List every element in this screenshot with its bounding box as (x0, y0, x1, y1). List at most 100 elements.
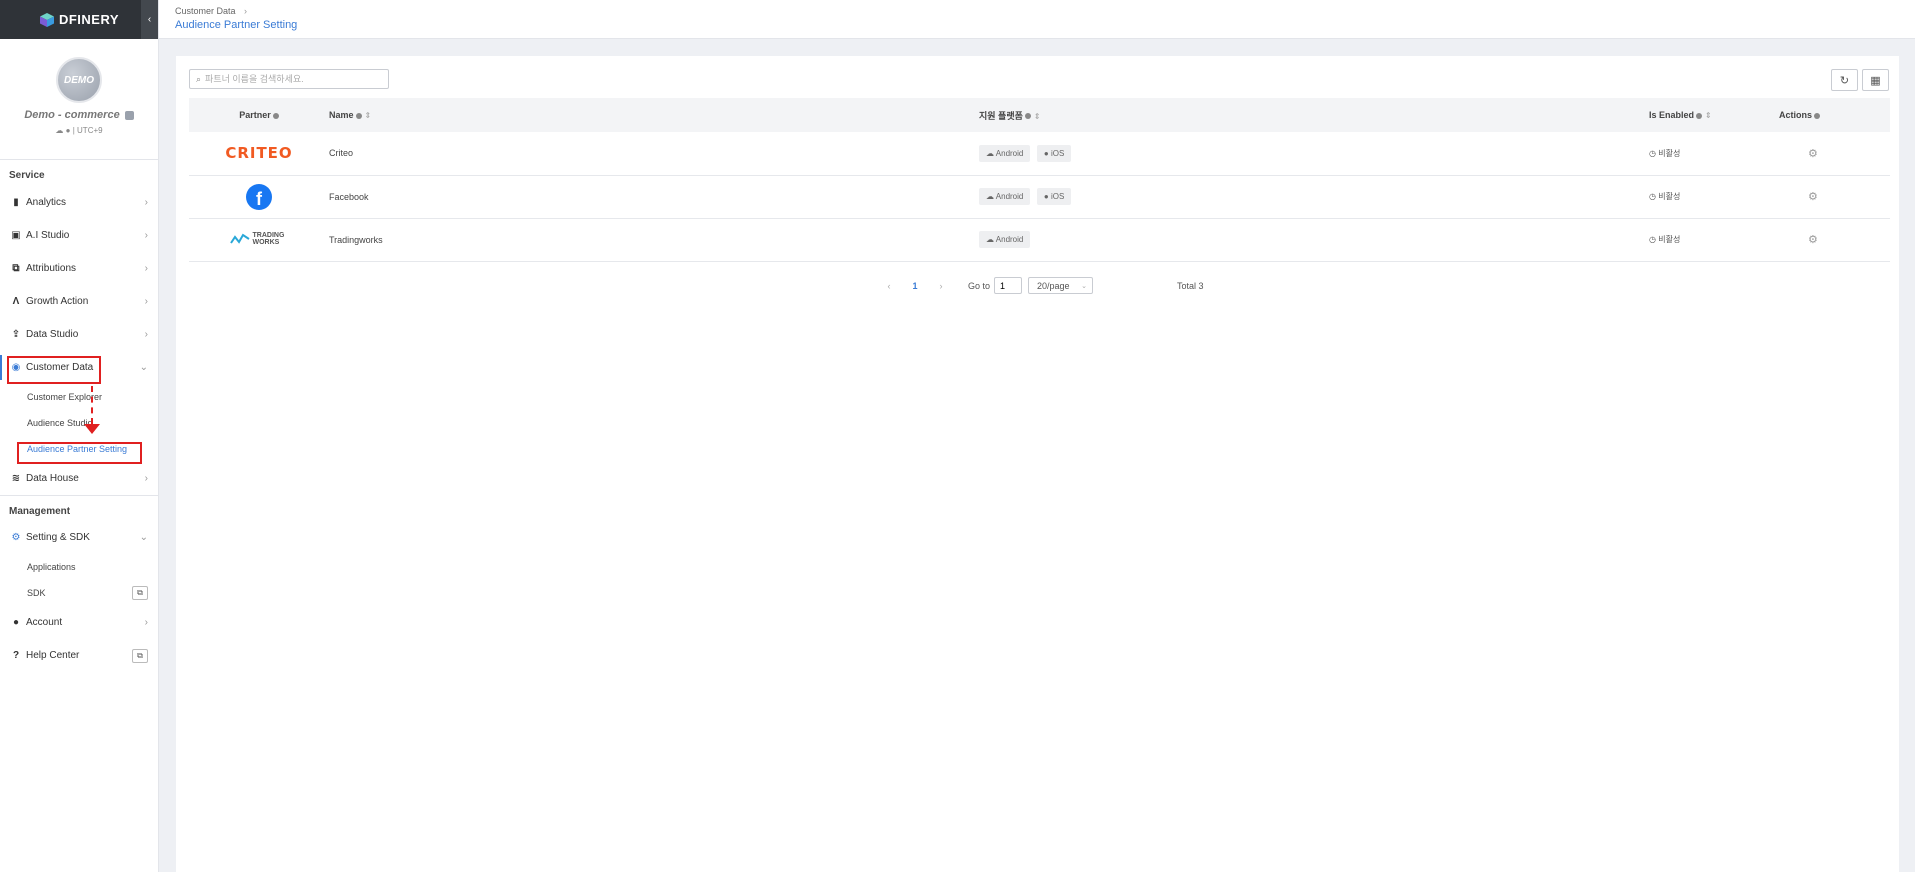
refresh-button[interactable]: ↻ (1831, 69, 1858, 91)
timezone: UTC+9 (77, 126, 103, 135)
chevron-right-icon: › (144, 329, 148, 340)
breadcrumb[interactable]: Customer Data › (175, 6, 1915, 16)
external-link-icon[interactable]: ⧉ (132, 648, 148, 663)
table-icon: ▦ (1870, 74, 1881, 87)
table-row[interactable]: TRADING WORKS Tradingworks ☁ Android ◷ 비… (189, 218, 1890, 261)
info-icon[interactable] (1814, 112, 1821, 119)
account-icon: ● (12, 617, 20, 628)
avatar[interactable]: DEMO (56, 57, 102, 103)
platform-tag-android: ☁ Android (979, 188, 1031, 205)
table-row[interactable]: CRITEO Criteo ☁ Android ● iOS ◷ 비활성 ⚙ (189, 132, 1890, 175)
partner-logo-cell: CRITEO (189, 132, 329, 175)
sidebar-sub-audience-studio[interactable]: Audience Studio (0, 410, 158, 436)
chevron-right-icon: › (144, 296, 148, 307)
dfinery-logo[interactable]: DFINERY (39, 12, 119, 28)
sidebar-item-analytics[interactable]: ▮ Analytics › (0, 186, 158, 219)
chevron-right-icon: › (144, 473, 148, 484)
column-header-name[interactable]: Name ⇕ (329, 98, 979, 132)
tradingworks-logo: TRADING WORKS (229, 232, 289, 246)
sidebar-sub-sdk[interactable]: SDK ⧉ (0, 580, 158, 606)
android-icon: ☁ (55, 126, 64, 135)
info-icon[interactable] (1024, 113, 1031, 120)
status-badge: ◷ 비활성 (1649, 235, 1681, 244)
sidebar-item-attributions[interactable]: ⧉ Attributions › (0, 252, 158, 285)
sort-icon[interactable]: ⇕ (365, 111, 372, 120)
status-badge: ◷ 비활성 (1649, 192, 1681, 201)
partner-logo-cell: TRADING WORKS (189, 218, 329, 261)
chevron-right-icon: › (144, 197, 148, 208)
sidebar-item-data-house[interactable]: ≋ Data House › (0, 462, 158, 495)
app-name[interactable]: Demo - commerce (0, 109, 158, 121)
apple-icon: ● (1043, 148, 1049, 158)
sidebar-item-customer-data[interactable]: ◉ Customer Data ⌄ (0, 351, 158, 384)
page-title: Audience Partner Setting (175, 19, 298, 31)
column-header-platform[interactable]: 지원 플랫폼 ⇕ (979, 98, 1649, 132)
chevron-down-icon: ⌄ (139, 362, 148, 373)
platform-cell: ☁ Android (979, 218, 1649, 261)
sidebar-item-account[interactable]: ● Account › (0, 606, 158, 639)
page-size-select[interactable]: 20/page ⌄ (1028, 277, 1094, 294)
tradingworks-wave-icon (229, 233, 250, 244)
sidebar-sub-customer-explorer[interactable]: Customer Explorer (0, 384, 158, 410)
partner-search-input[interactable] (205, 74, 376, 84)
external-link-icon[interactable]: ⧉ (132, 586, 148, 600)
sidebar-item-data-studio[interactable]: ⇪ Data Studio › (0, 318, 158, 351)
cube-logo-icon (39, 12, 54, 27)
platform-tag-android: ☁ Android (979, 144, 1031, 162)
sort-icon[interactable]: ⇕ (1705, 111, 1712, 120)
app-name-label: Demo - commerce (24, 109, 120, 121)
app-meta: ☁ ● | UTC+9 (55, 126, 103, 135)
settings-gear-icon[interactable]: ⚙ (1808, 148, 1818, 160)
sort-icon[interactable]: ⇕ (1034, 112, 1041, 121)
settings-gear-icon[interactable]: ⚙ (1808, 234, 1818, 246)
column-header-partner: Partner (189, 98, 329, 132)
pagination: ‹ 1 › Go to 20/page ⌄ Total 3 (876, 277, 1204, 294)
sidebar-sub-applications[interactable]: Applications (0, 554, 158, 580)
logo-bar: DFINERY ‹ (0, 0, 158, 39)
partner-name: Criteo (329, 148, 354, 159)
growth-icon: Λ (12, 296, 20, 307)
clock-icon: ◷ (1649, 192, 1656, 201)
info-icon[interactable] (272, 112, 279, 119)
actions-cell: ⚙ (1779, 218, 1890, 261)
next-page-button[interactable]: › (928, 281, 954, 291)
target-icon: ◉ (11, 362, 21, 373)
app-switch-icon[interactable] (124, 110, 134, 120)
table-row[interactable]: f Facebook ☁ Android ● iOS ◷ 비활성 ⚙ (189, 175, 1890, 218)
actions-cell: ⚙ (1779, 175, 1890, 218)
sidebar-item-help-center[interactable]: ? Help Center ⧉ (0, 639, 158, 672)
goto-label: Go to (968, 280, 991, 291)
sidebar: DFINERY ‹ DEMO Demo - commerce ☁ ● | UTC… (0, 0, 159, 872)
sidebar-item-ai-studio[interactable]: ▣ A.I Studio › (0, 219, 158, 252)
sidebar-item-growth-action[interactable]: Λ Growth Action › (0, 285, 158, 318)
total-count: Total 3 (1177, 280, 1204, 291)
sidebar-collapse-button[interactable]: ‹ (141, 0, 158, 39)
service-section-title: Service (9, 170, 45, 181)
attribution-icon: ⧉ (12, 263, 20, 274)
sidebar-sub-audience-partner-setting[interactable]: Audience Partner Setting (0, 436, 158, 462)
ai-icon: ▣ (11, 230, 21, 241)
annotation-arrow-head (84, 424, 100, 434)
chevron-right-icon: › (144, 230, 148, 241)
bar-chart-icon: ▮ (13, 197, 19, 208)
info-icon[interactable] (1696, 112, 1703, 119)
settings-gear-icon[interactable]: ⚙ (1808, 191, 1818, 203)
sidebar-item-setting-sdk[interactable]: ⚙ Setting & SDK ⌄ (0, 521, 158, 554)
main-panel: ⌕ ↻ ▦ Partner Name⇕ 지원 플랫폼⇕ Is Enabled⇕ (176, 56, 1899, 872)
partner-name: Tradingworks (329, 234, 383, 245)
criteo-logo: CRITEO (225, 144, 293, 163)
goto-page-input[interactable] (994, 277, 1023, 294)
chevron-right-icon: › (144, 263, 148, 274)
column-header-is-enabled[interactable]: Is Enabled ⇕ (1649, 98, 1779, 132)
info-icon[interactable] (355, 112, 362, 119)
apple-icon: ● (1043, 192, 1049, 201)
logo-text: DFINERY (58, 12, 120, 27)
database-icon: ≋ (11, 473, 21, 484)
clock-icon: ◷ (1649, 235, 1656, 244)
page-1-button[interactable]: 1 (902, 281, 928, 291)
prev-page-button[interactable]: ‹ (876, 281, 902, 291)
column-settings-button[interactable]: ▦ (1862, 69, 1889, 91)
upload-icon: ⇪ (11, 329, 21, 340)
clock-icon: ◷ (1649, 148, 1656, 158)
partner-search[interactable]: ⌕ (189, 69, 389, 89)
